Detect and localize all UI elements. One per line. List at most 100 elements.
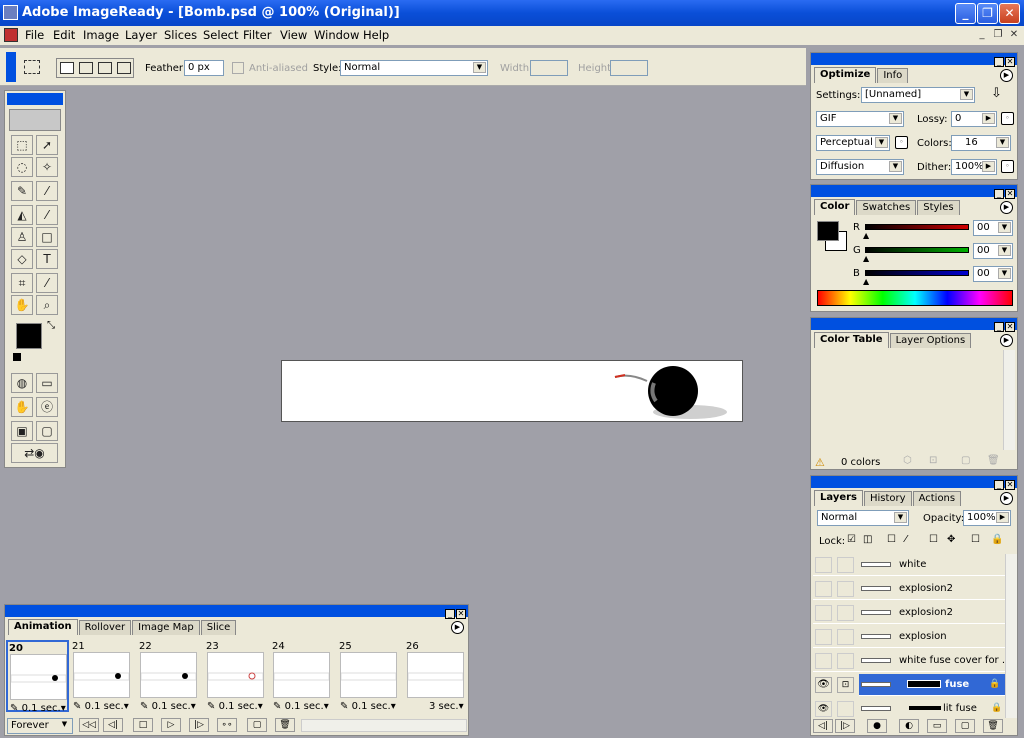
next-frame-icon[interactable]: |▷ xyxy=(835,719,855,733)
minimize-button[interactable]: _ xyxy=(955,3,976,24)
settings-select[interactable]: [Unnamed] ▼ xyxy=(861,87,975,103)
frame-delay[interactable]: ✎ 0.1 sec.▾ xyxy=(273,701,329,712)
loop-select[interactable]: Forever ▼ xyxy=(7,718,73,734)
slice-visibility-icon[interactable]: ▭ xyxy=(36,373,58,393)
prev-frame-icon[interactable]: ◁| xyxy=(103,718,123,732)
eye-icon[interactable]: 👁 xyxy=(815,677,832,693)
screen-mode-2-icon[interactable]: ▢ xyxy=(36,421,58,441)
frames-scrollbar[interactable] xyxy=(301,719,467,732)
link-toggle[interactable] xyxy=(837,581,854,597)
channel-g-slider[interactable] xyxy=(865,247,969,253)
eye-icon[interactable]: 👁 xyxy=(815,701,832,717)
default-colors-icon[interactable] xyxy=(13,353,21,361)
subtract-selection-icon[interactable] xyxy=(98,62,112,74)
tab-optimize[interactable]: Optimize xyxy=(814,67,877,83)
screen-mode-1-icon[interactable]: ▣ xyxy=(11,421,33,441)
frame-delay[interactable]: ✎ 0.1 sec.▾ xyxy=(207,701,263,712)
magic-wand-icon[interactable]: ✧ xyxy=(36,157,58,177)
palette-select[interactable]: Perceptual ▼ xyxy=(816,135,890,151)
next-frame-icon[interactable]: |▷ xyxy=(189,718,209,732)
doc-minimize-icon[interactable]: _ xyxy=(975,28,989,42)
new-set-icon[interactable]: ▭ xyxy=(927,719,947,733)
animation-frame[interactable]: 21 ✎ 0.1 sec.▾ xyxy=(71,640,134,712)
new-selection-icon[interactable] xyxy=(60,62,74,74)
menu-help[interactable]: Help xyxy=(363,28,389,42)
eyedropper-icon[interactable]: ⁄ xyxy=(36,181,58,201)
menu-select[interactable]: Select xyxy=(203,28,238,42)
frame-delay[interactable]: 3 sec.▾ xyxy=(429,701,464,712)
tab-rollover[interactable]: Rollover xyxy=(78,620,132,635)
slider-thumb-icon[interactable]: ▲ xyxy=(863,231,869,240)
panel-menu-icon[interactable]: ▶ xyxy=(1000,492,1013,505)
zoom-icon[interactable]: ⌕ xyxy=(36,295,58,315)
tab-color[interactable]: Color xyxy=(814,199,856,215)
channel-r-input[interactable]: 00 ▼ xyxy=(973,220,1013,236)
jump-to-photoshop-icon[interactable]: ⇄◉ xyxy=(11,443,58,463)
tween-icon[interactable]: ∘∘ xyxy=(217,718,237,732)
feather-input[interactable]: 0 px xyxy=(184,60,224,76)
menu-layer[interactable]: Layer xyxy=(125,28,157,42)
hand-icon[interactable]: ✋ xyxy=(11,295,33,315)
layer-row[interactable]: white fuse cover for ... xyxy=(813,650,1011,672)
menu-window[interactable]: Window xyxy=(314,28,359,42)
doc-close-icon[interactable]: ✕ xyxy=(1007,28,1021,42)
visibility-toggle[interactable] xyxy=(815,581,832,597)
tab-layers[interactable]: Layers xyxy=(814,490,863,506)
optimize-to-size-icon[interactable]: ⇩ xyxy=(991,86,1002,101)
lock-image-checkbox[interactable]: ☐ xyxy=(887,534,896,545)
maximize-button[interactable]: ❐ xyxy=(977,3,998,24)
new-color-icon[interactable]: ▢ xyxy=(961,455,970,466)
tab-color-table[interactable]: Color Table xyxy=(814,332,889,348)
color-table-scrollbar[interactable] xyxy=(1003,350,1015,450)
swap-colors-icon[interactable]: ⤡ xyxy=(47,320,55,331)
link-toggle[interactable] xyxy=(837,605,854,621)
channel-g-input[interactable]: 00 ▼ xyxy=(973,243,1013,259)
tab-animation[interactable]: Animation xyxy=(8,619,78,635)
marquee-icon[interactable]: ⬚ xyxy=(11,135,33,155)
color-panel-header[interactable]: _ ✕ xyxy=(811,185,1017,199)
tab-swatches[interactable]: Swatches xyxy=(856,200,917,215)
move-icon[interactable]: ➚ xyxy=(36,135,58,155)
lasso-icon[interactable]: ◌ xyxy=(11,157,33,177)
toolbox-header[interactable] xyxy=(7,93,63,105)
optimize-panel-header[interactable]: _ ✕ xyxy=(811,53,1017,67)
menu-slices[interactable]: Slices xyxy=(164,28,197,42)
layers-panel-header[interactable]: _ ✕ xyxy=(811,476,1017,490)
brush-icon[interactable]: ⁄ xyxy=(36,205,58,225)
foreground-color-swatch[interactable] xyxy=(16,323,42,349)
animation-frame[interactable]: 25 ✎ 0.1 sec.▾ xyxy=(338,640,401,712)
slider-thumb-icon[interactable]: ▲ xyxy=(863,277,869,286)
opacity-input[interactable]: 100% ▶ xyxy=(963,510,1011,526)
panel-menu-icon[interactable]: ▶ xyxy=(1000,69,1013,82)
frame-delay[interactable]: ✎ 0.1 sec.▾ xyxy=(140,701,196,712)
close-button[interactable]: ✕ xyxy=(999,3,1020,24)
channel-b-slider[interactable] xyxy=(865,270,969,276)
new-layer-icon[interactable]: ▢ xyxy=(955,719,975,733)
tab-history[interactable]: History xyxy=(864,491,912,506)
channel-b-input[interactable]: 00 ▼ xyxy=(973,266,1013,282)
link-toggle[interactable] xyxy=(837,557,854,573)
animation-frame[interactable]: 20 ✎ 0.1 sec.▾ xyxy=(6,640,69,714)
link-toggle[interactable] xyxy=(837,653,854,669)
stamp-icon[interactable]: ♙ xyxy=(11,227,33,247)
lock-position-checkbox[interactable]: ☐ xyxy=(929,534,938,545)
antialiased-checkbox[interactable] xyxy=(232,62,244,74)
options-grip[interactable] xyxy=(6,52,16,82)
panel-close-icon[interactable]: ✕ xyxy=(456,609,466,619)
frame-delay[interactable]: ✎ 0.1 sec.▾ xyxy=(10,703,66,714)
panel-close-icon[interactable]: ✕ xyxy=(1005,189,1015,199)
tab-info[interactable]: Info xyxy=(877,68,909,83)
panel-close-icon[interactable]: ✕ xyxy=(1005,57,1015,67)
panel-minimize-icon[interactable]: _ xyxy=(994,189,1004,199)
imageready-logo-icon[interactable] xyxy=(9,109,61,131)
visibility-toggle[interactable] xyxy=(815,605,832,621)
layer-row[interactable]: explosion2 xyxy=(813,578,1009,600)
stop-icon[interactable]: □ xyxy=(133,718,153,732)
trash-icon[interactable]: 🗑 xyxy=(983,719,1003,733)
frame-delay[interactable]: ✎ 0.1 sec.▾ xyxy=(73,701,129,712)
layers-scrollbar[interactable] xyxy=(1005,554,1017,718)
document-icon[interactable] xyxy=(4,28,18,42)
palette-mask-icon[interactable]: ◦ xyxy=(895,136,908,149)
image-map-icon[interactable]: ◍ xyxy=(11,373,33,393)
panel-close-icon[interactable]: ✕ xyxy=(1005,322,1015,332)
